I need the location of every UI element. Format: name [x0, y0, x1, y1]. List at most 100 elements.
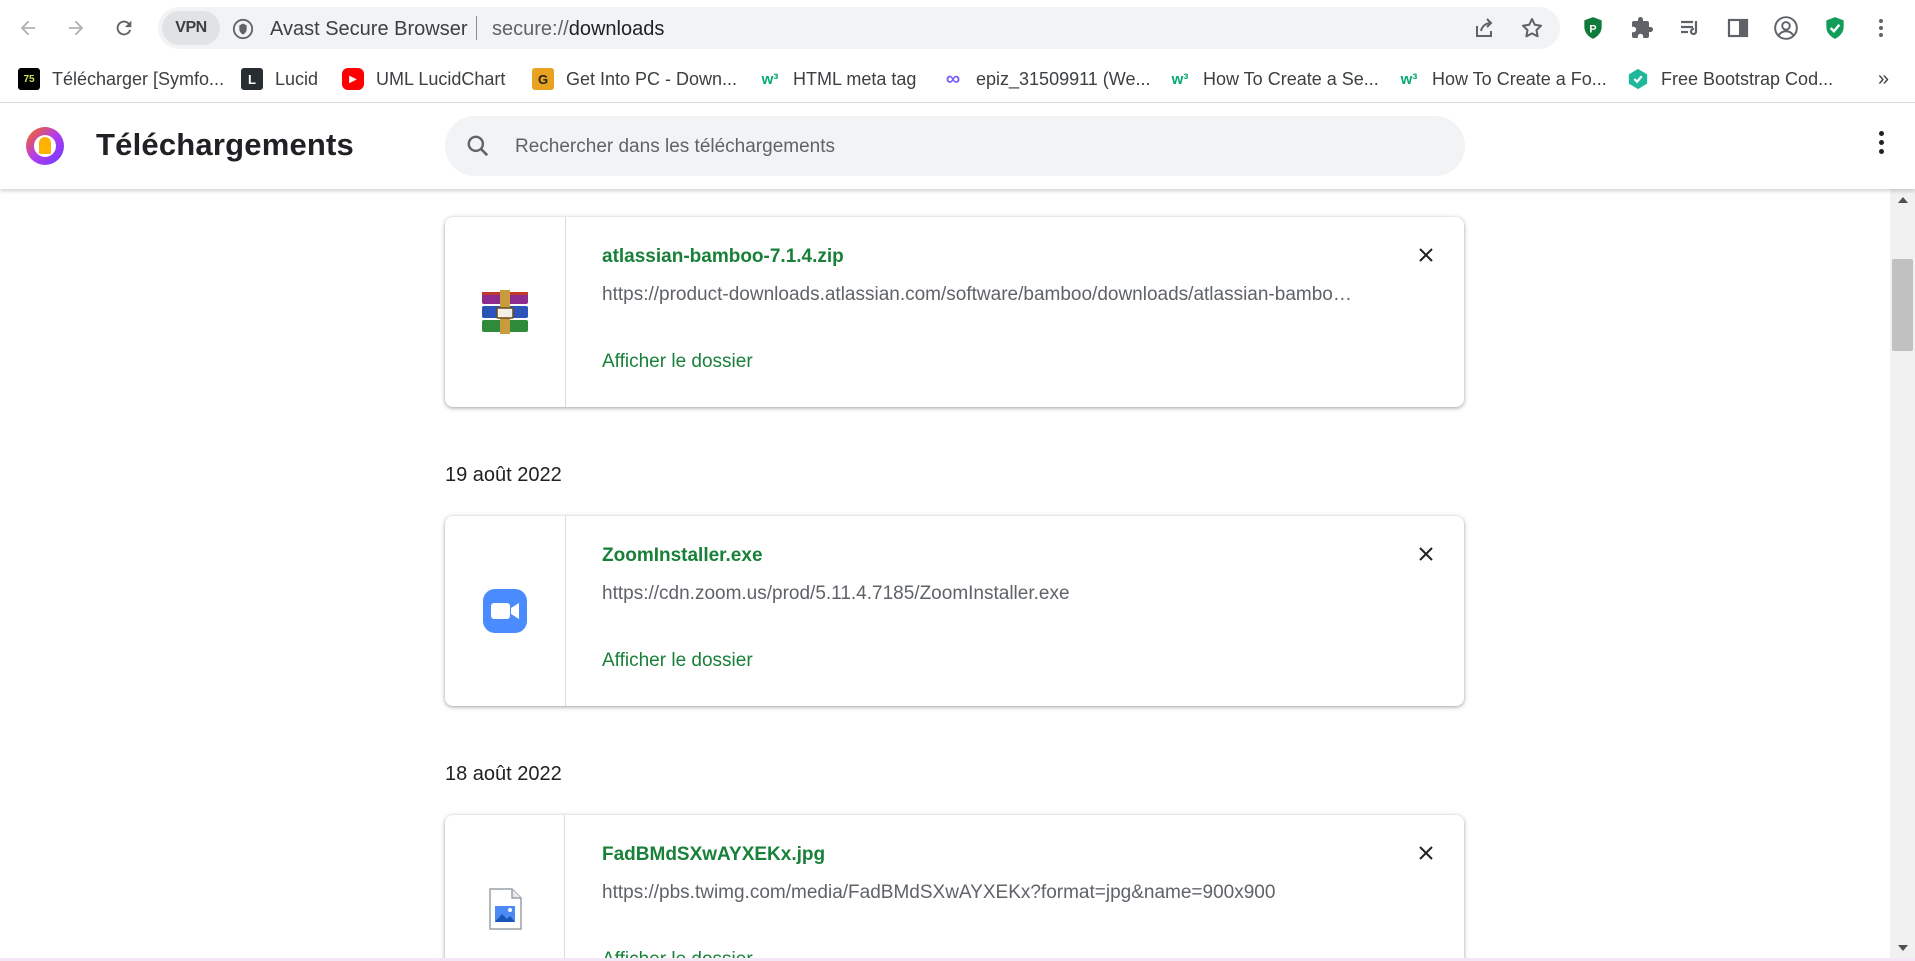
url-path: downloads — [568, 18, 665, 40]
search-input[interactable] — [513, 130, 1417, 164]
url-scheme: secure:// — [492, 18, 569, 40]
back-arrow-icon — [20, 20, 36, 36]
bookmark-label: Lucid — [275, 68, 319, 89]
page-title: Téléchargements — [96, 127, 354, 162]
vpn-label: VPN — [175, 19, 207, 36]
bookmark-symfony[interactable]: 75 Télécharger [Symfo... — [18, 64, 224, 94]
close-icon — [1419, 846, 1433, 860]
privacy-extension-button[interactable]: P — [1578, 13, 1608, 43]
show-in-folder-link[interactable]: Afficher le dossier — [602, 650, 753, 672]
bookmark-star-button[interactable] — [1518, 14, 1546, 42]
downloads-list: atlassian-bamboo-7.1.4.zip https://produ… — [0, 189, 1890, 961]
browser-toolbar: VPN Avast Secure Browser secure://downlo… — [0, 0, 1915, 56]
more-actions-button[interactable] — [1877, 131, 1885, 161]
dot — [1878, 149, 1884, 154]
close-icon — [1419, 248, 1433, 262]
w3schools-favicon-icon: w³ — [761, 70, 779, 88]
security-extension-button[interactable] — [1820, 13, 1850, 43]
avast-browser-logo-icon — [26, 127, 64, 165]
youtube-favicon-icon: ▶ — [342, 68, 364, 90]
bookmark-label: epiz_31509911 (We... — [976, 68, 1151, 89]
symfony-favicon-icon: 75 — [18, 68, 40, 90]
bookmark-label: How To Create a Fo... — [1432, 68, 1607, 89]
profile-avatar-icon — [1774, 16, 1798, 40]
remove-item-button[interactable] — [1414, 243, 1438, 267]
media-queue-icon — [1681, 20, 1698, 36]
file-icon-area — [445, 217, 566, 407]
show-in-folder-link[interactable]: Afficher le dossier — [602, 351, 753, 373]
url-text[interactable]: secure://downloads — [492, 18, 664, 41]
downloads-header: Téléchargements — [0, 103, 1915, 189]
reload-icon — [116, 20, 132, 36]
close-icon — [1419, 547, 1433, 561]
file-source-url[interactable]: https://cdn.zoom.us/prod/5.11.4.7185/Zoo… — [602, 583, 1352, 605]
w3schools-favicon-icon: w³ — [1171, 70, 1189, 88]
bookmark-label: Free Bootstrap Cod... — [1661, 68, 1834, 89]
infinity-favicon-icon: ∞ — [945, 67, 961, 90]
vertical-dots-icon — [1879, 19, 1883, 37]
file-name-link[interactable]: ZoomInstaller.exe — [602, 545, 763, 567]
file-icon-area — [445, 815, 565, 961]
media-control-button[interactable] — [1675, 13, 1705, 43]
profile-button[interactable] — [1771, 13, 1801, 43]
search-icon — [467, 135, 489, 157]
bookmark-getintopc[interactable]: G Get Into PC - Down... — [532, 64, 737, 94]
scroll-down-arrow-icon[interactable] — [1898, 945, 1908, 951]
remove-item-button[interactable] — [1414, 841, 1438, 865]
puzzle-icon — [1632, 17, 1653, 38]
dot — [1878, 140, 1884, 145]
date-group-header: 18 août 2022 — [445, 763, 562, 785]
bookmark-uml-lucidchart[interactable]: ▶ UML LucidChart — [342, 64, 505, 94]
file-source-url[interactable]: https://product-downloads.atlassian.com/… — [602, 284, 1352, 306]
date-group-header: 19 août 2022 — [445, 464, 562, 486]
bookmark-epiz[interactable]: ∞ epiz_31509911 (We... — [942, 64, 1151, 94]
winrar-archive-icon — [482, 290, 528, 334]
avast-shield-icon — [232, 18, 254, 40]
browser-brand-label: Avast Secure Browser — [270, 18, 468, 40]
file-icon-area — [445, 516, 566, 706]
share-icon — [1476, 18, 1493, 37]
address-bar[interactable]: VPN Avast Secure Browser secure://downlo… — [158, 7, 1560, 49]
side-panel-button[interactable] — [1723, 13, 1753, 43]
browser-menu-button[interactable] — [1866, 13, 1896, 43]
side-panel-icon — [1727, 18, 1749, 38]
scrollbar-thumb[interactable] — [1892, 259, 1913, 351]
extensions-button[interactable] — [1627, 13, 1657, 43]
page-scrollbar[interactable] — [1890, 189, 1915, 961]
remove-item-button[interactable] — [1414, 542, 1438, 566]
lucid-favicon-icon: L — [241, 68, 263, 90]
bookmark-lucid[interactable]: L Lucid — [241, 64, 318, 94]
reload-button[interactable] — [106, 10, 142, 46]
forward-button[interactable] — [58, 10, 94, 46]
bookmark-label: Get Into PC - Down... — [566, 68, 738, 89]
svg-text:P: P — [1589, 23, 1596, 35]
download-item: FadBMdSXwAYXEKx.jpg https://pbs.twimg.co… — [445, 815, 1464, 961]
vpn-button[interactable]: VPN — [162, 11, 220, 45]
bookmarks-bar: 75 Télécharger [Symfo... L Lucid ▶ UML L… — [0, 56, 1915, 103]
file-name-link[interactable]: FadBMdSXwAYXEKx.jpg — [602, 844, 825, 866]
dot — [1878, 131, 1884, 136]
w3schools-favicon-icon: w³ — [1400, 70, 1418, 88]
bookmark-label: HTML meta tag — [793, 68, 917, 89]
bookmark-how-to-create-fo[interactable]: w³ How To Create a Fo... — [1398, 64, 1607, 94]
file-name-link[interactable]: atlassian-bamboo-7.1.4.zip — [602, 246, 844, 268]
image-file-icon — [488, 888, 522, 930]
bookmark-html-meta-tag[interactable]: w³ HTML meta tag — [759, 64, 917, 94]
bookmarks-overflow-button[interactable]: » — [1878, 68, 1889, 91]
bookmark-how-to-create-se[interactable]: w³ How To Create a Se... — [1169, 64, 1379, 94]
green-check-shield-icon — [1826, 17, 1844, 39]
scroll-up-arrow-icon[interactable] — [1898, 197, 1908, 203]
forward-arrow-icon — [68, 20, 84, 36]
bookmark-label: How To Create a Se... — [1203, 68, 1379, 89]
bookmark-free-bootstrap[interactable]: Free Bootstrap Cod... — [1627, 64, 1833, 94]
share-button[interactable] — [1470, 14, 1498, 42]
star-icon — [1522, 18, 1542, 38]
file-source-url[interactable]: https://pbs.twimg.com/media/FadBMdSXwAYX… — [602, 882, 1352, 904]
search-box[interactable] — [445, 116, 1465, 176]
privacy-shield-icon: P — [1584, 17, 1602, 39]
bookmark-label: Télécharger [Symfo... — [52, 68, 225, 89]
download-item: ZoomInstaller.exe https://cdn.zoom.us/pr… — [445, 516, 1464, 706]
zoom-app-icon — [483, 589, 527, 633]
back-button[interactable] — [10, 10, 46, 46]
getintopc-favicon-icon: G — [532, 68, 554, 90]
